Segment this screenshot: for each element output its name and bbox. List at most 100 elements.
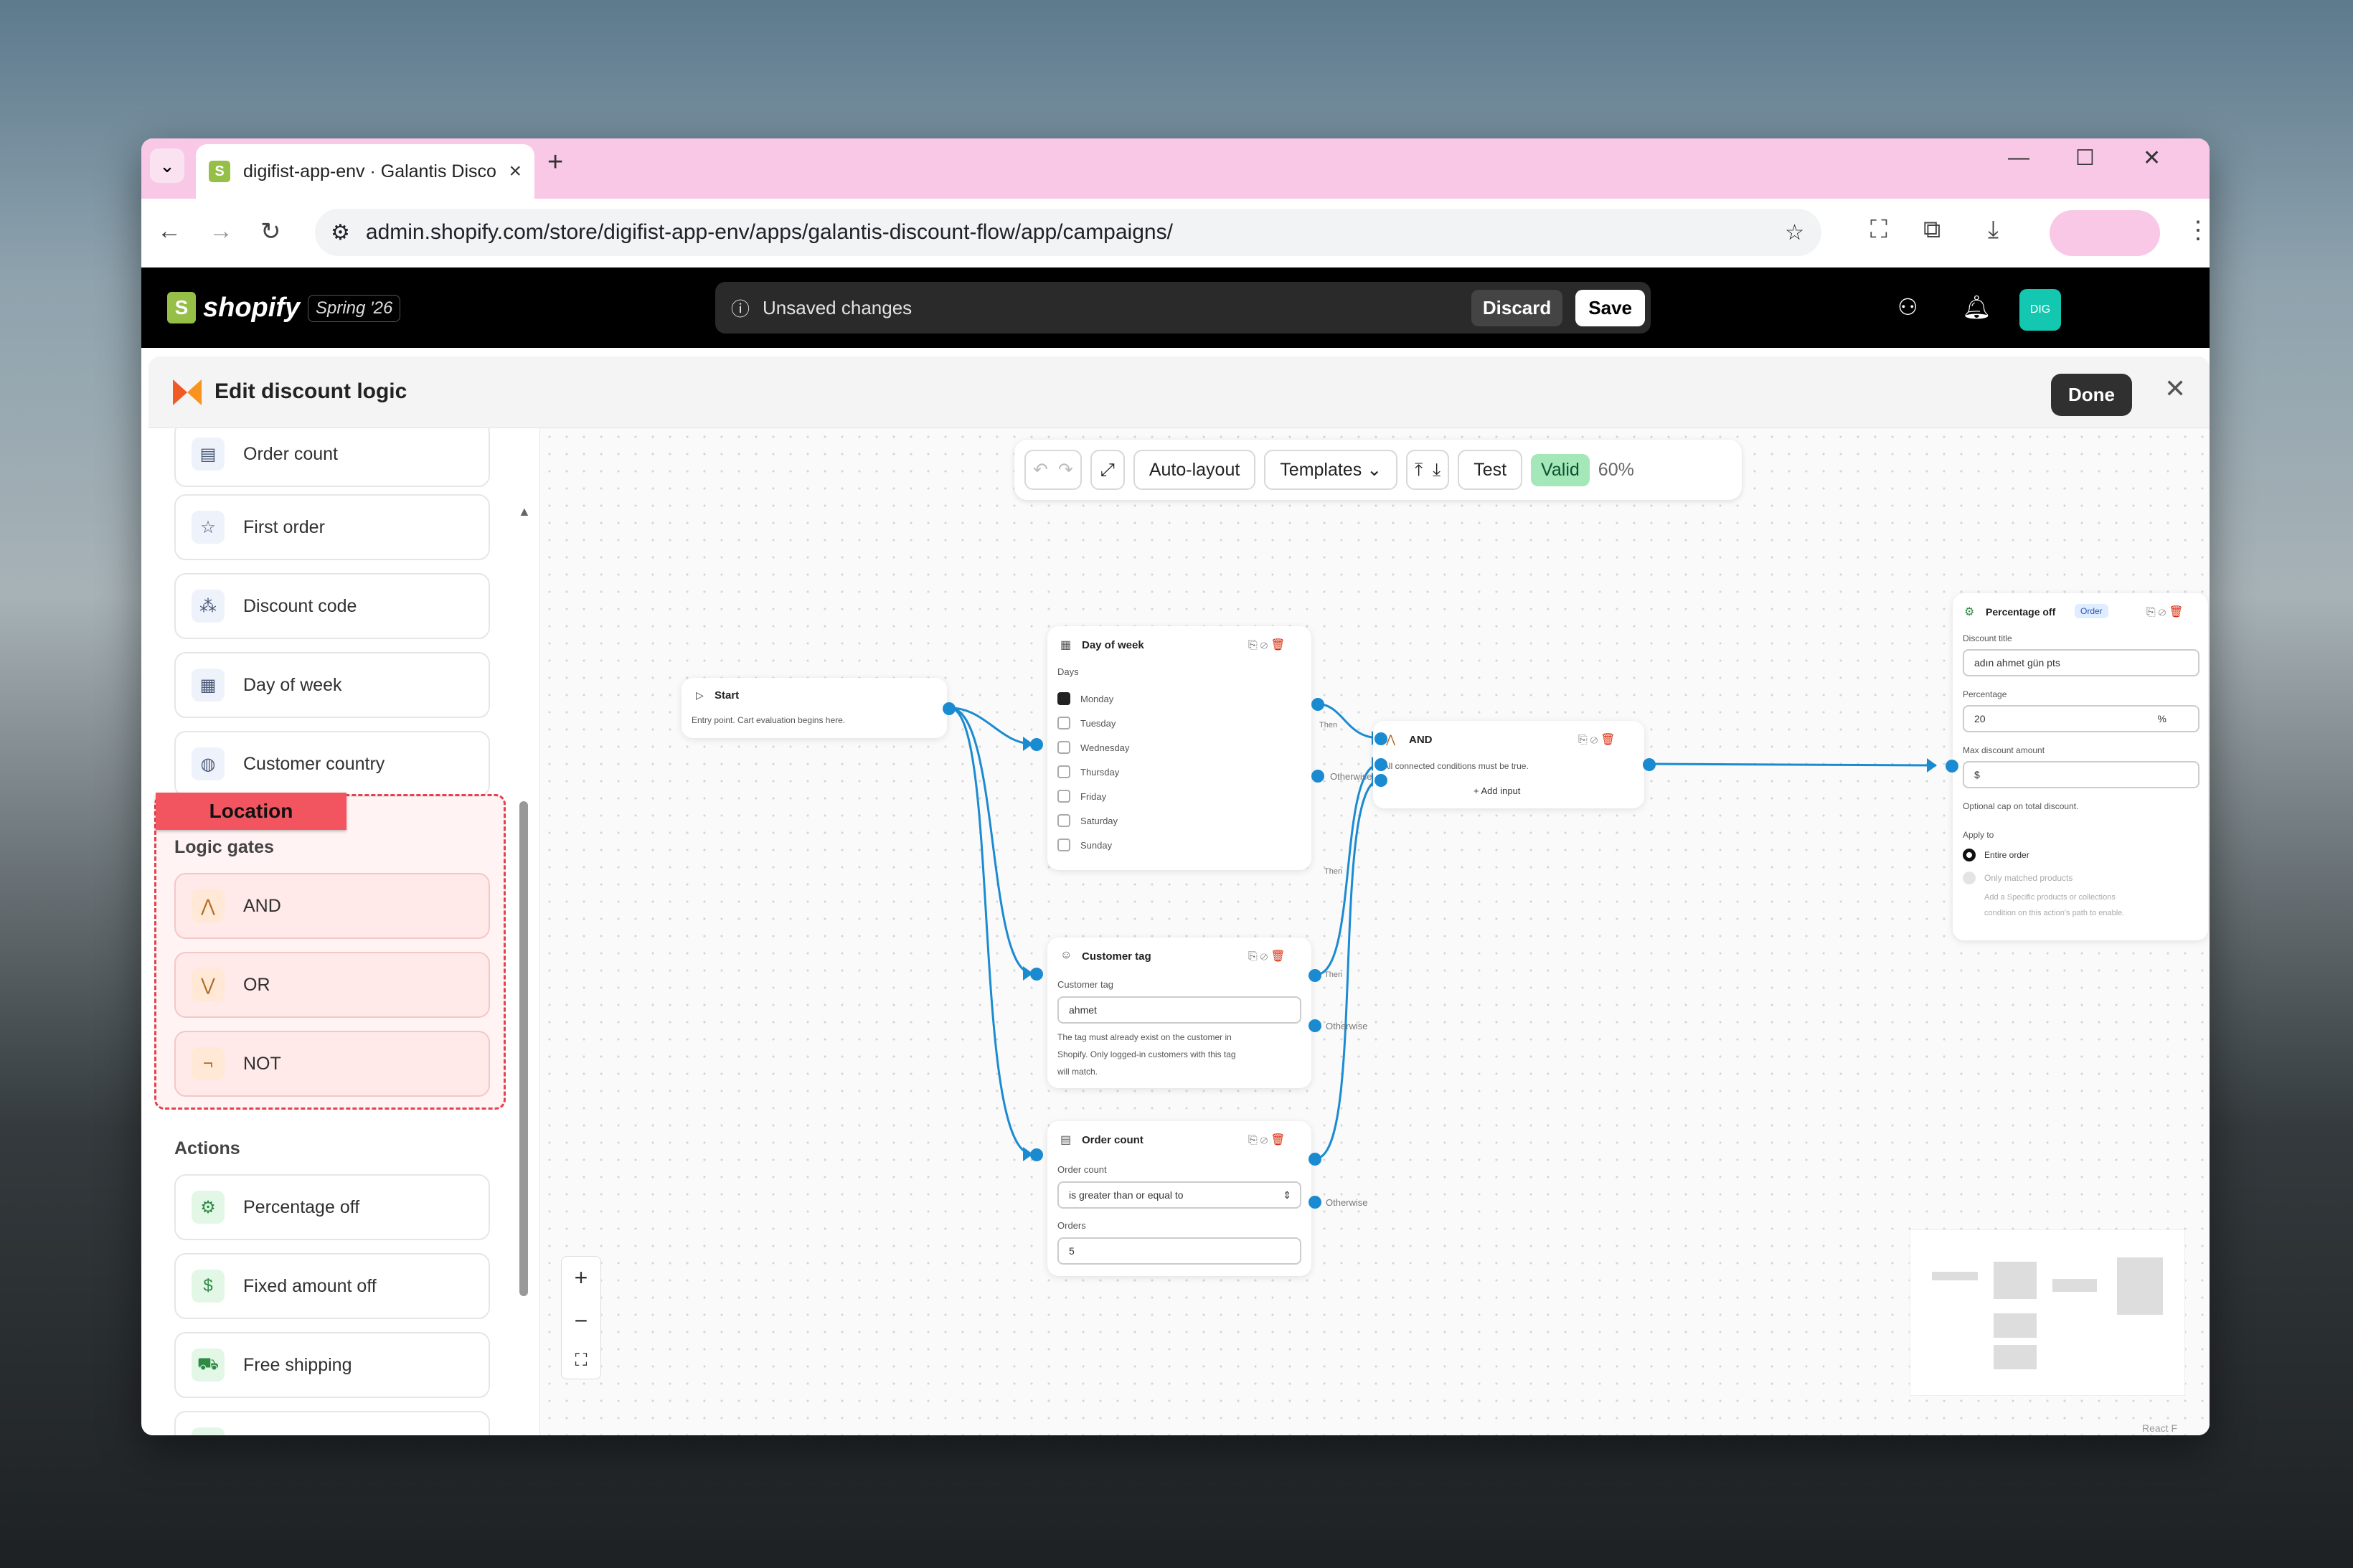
edge-start-ocount[interactable]	[949, 707, 1033, 1156]
close-window-icon[interactable]: ✕	[2143, 146, 2161, 171]
profile-button[interactable]	[2050, 210, 2160, 256]
palette-day-of-week[interactable]: ▦ Day of week	[174, 652, 490, 718]
shopify-logo[interactable]: Sshopify	[167, 292, 300, 323]
ocount-otherwise-handle[interactable]	[1308, 1196, 1321, 1209]
forward-icon[interactable]: →	[209, 217, 233, 245]
minimap[interactable]	[1910, 1229, 2185, 1396]
tab-search-button[interactable]: ⌄	[150, 148, 184, 183]
scrollbar-thumb[interactable]	[519, 801, 528, 1296]
node-actions[interactable]: ⎘⊘🗑︎	[1248, 949, 1288, 963]
bell-icon[interactable]: 🔔︎	[1962, 293, 1991, 321]
trash-icon[interactable]: 🗑︎	[1270, 639, 1288, 651]
and-output-handle[interactable]	[1643, 758, 1656, 771]
scroll-up-icon[interactable]: ▲	[518, 504, 531, 519]
customer-tag-input[interactable]: ahmet	[1057, 996, 1301, 1024]
palette-customer-country[interactable]: ◍ Customer country	[174, 731, 490, 797]
palette-first-order[interactable]: ☆ First order	[174, 494, 490, 560]
palette-and[interactable]: ⋀ AND	[174, 873, 490, 939]
palette-fixed-amount-off[interactable]: $ Fixed amount off	[174, 1253, 490, 1319]
discount-title-input[interactable]: adın ahmet gün pts	[1963, 649, 2199, 676]
and-input-1[interactable]	[1374, 732, 1387, 745]
checkbox-friday[interactable]	[1057, 790, 1070, 803]
dow-otherwise-handle[interactable]	[1311, 770, 1324, 783]
ocount-then-handle[interactable]	[1308, 1153, 1321, 1166]
dow-input-handle[interactable]	[1030, 738, 1043, 751]
palette-or[interactable]: ⋁ OR	[174, 952, 490, 1018]
maximize-icon[interactable]: ☐	[2075, 146, 2095, 171]
discard-button[interactable]: Discard	[1471, 289, 1563, 326]
minimize-icon[interactable]: —	[2008, 146, 2029, 170]
ocount-input-handle[interactable]	[1030, 1148, 1043, 1161]
save-button[interactable]: Save	[1575, 289, 1645, 326]
pct-input-handle[interactable]	[1946, 760, 1958, 773]
edge-start-ctag[interactable]	[949, 707, 1033, 975]
node-actions[interactable]: ⎘⊘🗑︎	[1248, 638, 1288, 652]
checkbox-wednesday[interactable]	[1057, 741, 1070, 754]
radio-matched-products[interactable]	[1963, 872, 1976, 884]
site-settings-icon[interactable]: ⚙	[331, 220, 350, 245]
menu-kebab-icon[interactable]: ⋮	[2186, 216, 2210, 245]
node-and[interactable]: ⋀ AND ⎘⊘🗑︎ All connected conditions must…	[1373, 721, 1644, 808]
avatar[interactable]: DIG	[2019, 289, 2061, 331]
browser-tab[interactable]: S digifist-app-env · Galantis Disco ×	[196, 144, 534, 199]
add-input-button[interactable]: + Add input	[1473, 785, 1520, 796]
new-tab-icon[interactable]: +	[547, 147, 563, 178]
start-output-handle[interactable]	[943, 702, 956, 715]
screenshot-icon[interactable]: ⛶	[1870, 216, 1887, 244]
trash-icon[interactable]: 🗑︎	[1600, 734, 1618, 746]
and-input-3[interactable]	[1374, 774, 1387, 787]
ctag-then-handle[interactable]	[1308, 969, 1321, 982]
radio-entire-order[interactable]	[1963, 849, 1976, 861]
download-icon[interactable]: ⤓	[1988, 216, 1999, 244]
ctag-input-handle[interactable]	[1030, 968, 1043, 981]
node-order-count[interactable]: ▤ Order count ⎘⊘🗑︎ Order count is greate…	[1047, 1121, 1311, 1276]
orders-input[interactable]: 5	[1057, 1237, 1301, 1265]
url-field[interactable]: ⚙ admin.shopify.com/store/digifist-app-e…	[315, 209, 1821, 256]
palette-more[interactable]	[174, 1411, 490, 1435]
palette-not[interactable]: ¬ NOT	[174, 1031, 490, 1097]
and-input-2[interactable]	[1374, 758, 1387, 771]
palette-percentage-off[interactable]: ⚙ Percentage off	[174, 1174, 490, 1240]
max-discount-input[interactable]: $	[1963, 761, 2199, 788]
reload-icon[interactable]: ↻	[260, 217, 281, 246]
trash-icon[interactable]: 🗑︎	[1270, 950, 1288, 963]
sidebar-scrollbar[interactable]: ▲	[517, 500, 531, 1432]
attribution[interactable]: React F	[2142, 1422, 2177, 1434]
sidekick-icon[interactable]: ⚇	[1897, 293, 1918, 321]
percentage-input[interactable]: 20%	[1963, 705, 2199, 732]
node-actions[interactable]: ⎘⊘🗑︎	[1578, 732, 1618, 747]
trash-icon[interactable]: 🗑︎	[1270, 1134, 1288, 1146]
node-actions[interactable]: ⎘⊘🗑︎	[2146, 605, 2187, 619]
extensions-icon[interactable]: ⧉	[1923, 216, 1941, 244]
trash-icon[interactable]: 🗑︎	[2169, 606, 2186, 618]
zoom-out-icon[interactable]: −	[575, 1308, 588, 1334]
node-actions[interactable]: ⎘⊘🗑︎	[1248, 1133, 1288, 1147]
operator-select[interactable]: is greater than or equal to ⇕	[1057, 1181, 1301, 1209]
done-button[interactable]: Done	[2051, 374, 2132, 416]
dow-then-handle[interactable]	[1311, 698, 1324, 711]
fit-view-icon[interactable]: ⛶	[575, 1351, 588, 1371]
action-icon	[192, 1427, 225, 1435]
palette-discount-code[interactable]: ⁂ Discount code	[174, 573, 490, 639]
ctag-otherwise-handle[interactable]	[1308, 1019, 1321, 1032]
node-percentage-off[interactable]: ⚙ Percentage off Order ⎘⊘🗑︎ Discount tit…	[1953, 593, 2208, 940]
palette-free-shipping[interactable]: ⛟ Free shipping	[174, 1332, 490, 1398]
palette-order-count[interactable]: ▤ Order count	[174, 428, 490, 487]
back-icon[interactable]: ←	[157, 217, 181, 245]
field-label: Customer tag	[1057, 979, 1114, 990]
bookmark-star-icon[interactable]: ☆	[1785, 220, 1804, 245]
checkbox-thursday[interactable]	[1057, 765, 1070, 778]
node-start[interactable]: ▷ Start Entry point. Cart evaluation beg…	[682, 678, 947, 738]
zoom-in-icon[interactable]: +	[575, 1265, 588, 1291]
close-icon[interactable]: ✕	[2164, 374, 2186, 404]
checkbox-monday[interactable]	[1057, 692, 1070, 705]
node-customer-tag[interactable]: ☺ Customer tag ⎘⊘🗑︎ Customer tag ahmet T…	[1047, 938, 1311, 1088]
checkbox-saturday[interactable]	[1057, 814, 1070, 827]
checkbox-tuesday[interactable]	[1057, 717, 1070, 729]
checkbox-sunday[interactable]	[1057, 839, 1070, 851]
close-tab-icon[interactable]: ×	[509, 159, 522, 184]
edge-and-pct[interactable]	[1649, 762, 1937, 767]
flow-canvas[interactable]: ↶ ↷ ⤢ Auto-layout Templates ⌄ ⤒ ⤓ Test V…	[541, 428, 2210, 1435]
day-label: Friday	[1080, 791, 1107, 802]
node-day-of-week[interactable]: ▦ Day of week ⎘⊘🗑︎ Days Monday Tuesday W…	[1047, 626, 1311, 870]
